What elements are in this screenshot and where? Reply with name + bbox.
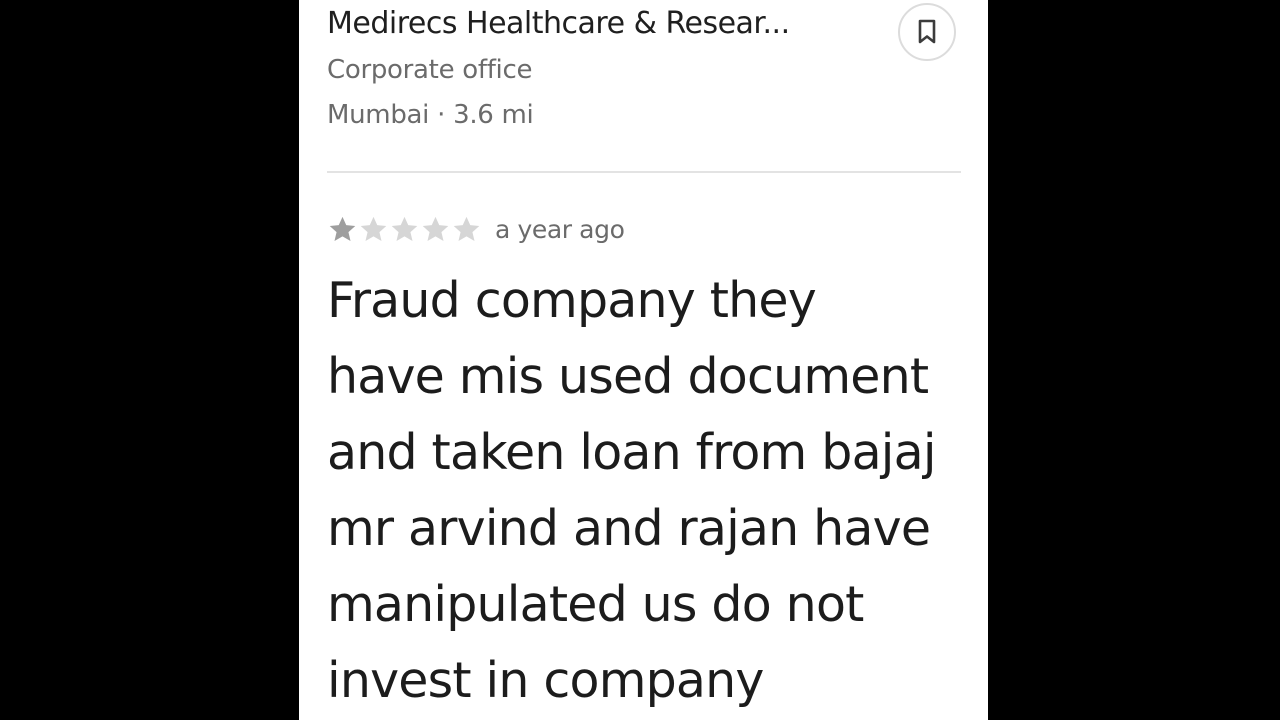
- meta-separator: ·: [437, 100, 446, 130]
- review-text-line: mr arvind and rajan have: [327, 500, 931, 557]
- section-divider: [327, 171, 961, 173]
- star-empty-icon: [391, 216, 418, 241]
- place-name[interactable]: Medirecs Healthcare & Resear...: [327, 4, 887, 44]
- review-text-line: Fraud company they: [327, 272, 817, 329]
- place-review-panel: Medirecs Healthcare & Resear... Corporat…: [299, 0, 988, 720]
- star-empty-icon: [453, 216, 480, 241]
- star-empty-icon: [422, 216, 449, 241]
- save-button[interactable]: [898, 3, 956, 61]
- star-empty-icon: [360, 216, 387, 241]
- place-location-distance: Mumbai · 3.6 mi: [327, 97, 534, 133]
- place-distance: 3.6 mi: [453, 100, 534, 130]
- review-text-line: have mis used document: [327, 348, 929, 405]
- review-text-line: invest in company: [327, 652, 764, 709]
- bookmark-icon: [918, 19, 936, 44]
- place-location: Mumbai: [327, 100, 430, 130]
- place-category: Corporate office: [327, 55, 533, 85]
- review-text: Fraud company they have mis used document…: [327, 263, 967, 719]
- review-rating-row: a year ago: [327, 205, 625, 253]
- star-filled-icon: [329, 216, 356, 241]
- review-date: a year ago: [495, 214, 625, 244]
- star-rating: [327, 214, 482, 245]
- review-text-line: and taken loan from bajaj: [327, 424, 936, 481]
- review-text-line: manipulated us do not: [327, 576, 864, 633]
